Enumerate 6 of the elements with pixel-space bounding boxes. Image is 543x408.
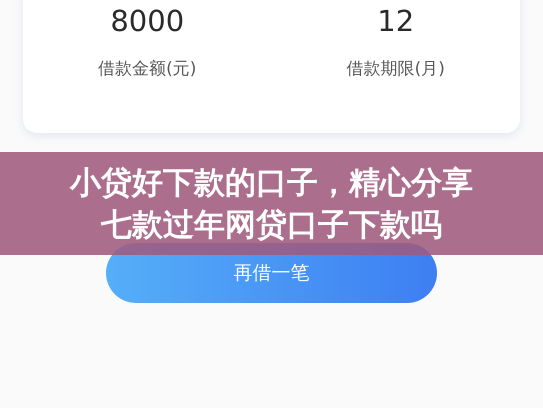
headline-text: 七款过年网贷口子下款吗 — [101, 206, 442, 244]
headline-text: 小贷好下款的口子，精心分享 — [70, 164, 473, 202]
summary-value: 12 — [377, 4, 414, 38]
summary-value: 8000 — [110, 4, 184, 38]
summary-label: 借款金额(元) — [98, 58, 196, 80]
summary-label: 借款期限(月) — [346, 58, 445, 80]
